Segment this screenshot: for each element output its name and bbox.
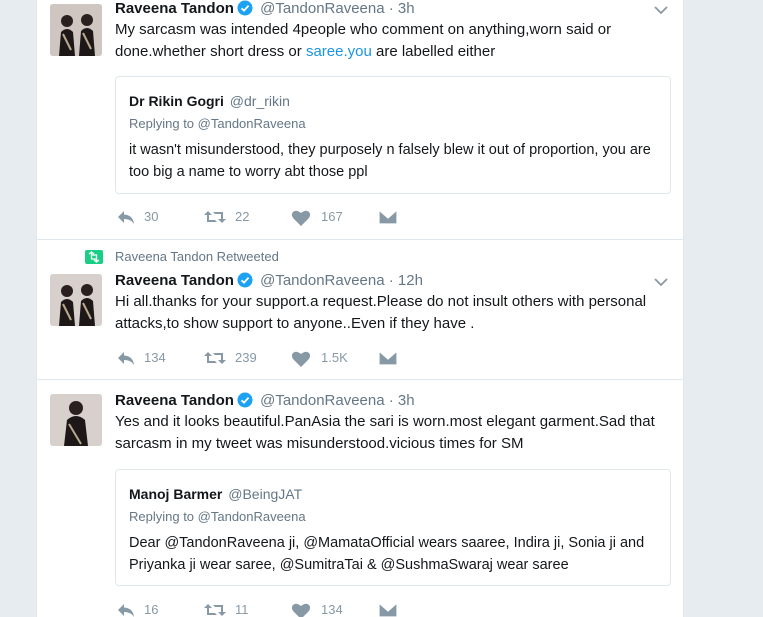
direct-message-icon [378, 209, 398, 225]
quoted-tweet[interactable]: Manoj Barmer @BeingJAT Replying to @Tand… [115, 469, 671, 586]
replying-to: Replying to @TandonRaveena [129, 509, 306, 524]
replying-to-label: Replying to [129, 509, 195, 524]
heart-icon [291, 210, 311, 226]
reply-icon [118, 352, 134, 365]
retweet-count: 11 [235, 602, 249, 617]
tweet[interactable]: Raveena Tandon @TandonRaveena · 3h My sa… [37, 0, 683, 240]
tweet-header: Raveena Tandon @TandonRaveena · 3h [115, 0, 415, 19]
reply-icon [118, 211, 134, 224]
quoted-name: Dr Rikin Gogri [129, 93, 224, 109]
tweet[interactable]: Raveena Tandon Retweeted Raveena Tandon … [37, 240, 683, 380]
quoted-fullname: Dr Rikin Gogri @dr_rikin [129, 93, 290, 109]
fullname[interactable]: Raveena Tandon [115, 272, 234, 289]
avatar[interactable] [50, 274, 102, 326]
handle[interactable]: @TandonRaveena [260, 272, 384, 289]
reply-icon [118, 604, 134, 617]
quoted-text: Dear @TandonRaveena ji, @MamataOfficial … [129, 535, 645, 573]
reply-count: 16 [144, 602, 159, 617]
quoted-name: Manoj Barmer [129, 486, 223, 502]
handle[interactable]: @TandonRaveena [260, 392, 384, 409]
heart-icon [291, 351, 311, 367]
chevron-down-icon[interactable] [653, 276, 669, 288]
handle[interactable]: @TandonRaveena [260, 0, 384, 17]
fullname[interactable]: Raveena Tandon [115, 0, 234, 17]
tweet-header: Raveena Tandon @TandonRaveena · 3h [115, 391, 415, 411]
tweet-text: Hi all.thanks for your support.a request… [115, 293, 647, 332]
replying-to: Replying to @TandonRaveena [129, 116, 306, 131]
quoted-text: it wasn't misunderstood, they purposely … [129, 142, 651, 180]
quoted-handle: @dr_rikin [229, 93, 290, 109]
retweet-count: 22 [235, 209, 250, 224]
replying-to-label: Replying to [129, 116, 195, 131]
heart-icon [291, 603, 311, 617]
separator-dot: · [388, 0, 394, 17]
timestamp[interactable]: 12h [398, 272, 423, 289]
tweet-text: Yes and it looks beautiful.PanAsia the s… [115, 413, 655, 452]
like-count: 167 [321, 209, 343, 224]
retweet-icon [204, 352, 226, 364]
tweet[interactable]: Raveena Tandon @TandonRaveena · 3h Yes a… [37, 380, 683, 617]
retweet-icon [204, 211, 226, 223]
tweet-text-part: are labelled either [371, 43, 496, 60]
replying-to-handle[interactable]: @TandonRaveena [198, 116, 306, 131]
fullname[interactable]: Raveena Tandon [115, 392, 234, 409]
reply-count: 30 [144, 209, 159, 224]
separator-dot: · [388, 272, 394, 289]
reply-count: 134 [144, 350, 166, 365]
tweet-link[interactable]: saree.you [306, 43, 372, 60]
timestamp[interactable]: 3h [398, 0, 415, 17]
retweet-context-icon [85, 250, 103, 264]
like-count: 1.5K [321, 350, 348, 365]
separator-dot: · [388, 392, 394, 409]
avatar[interactable] [50, 4, 102, 56]
direct-message-icon [378, 602, 398, 617]
like-count: 134 [321, 602, 343, 617]
direct-message-icon [378, 350, 398, 366]
chevron-down-icon[interactable] [653, 4, 669, 16]
tweet-header: Raveena Tandon @TandonRaveena · 12h [115, 271, 423, 291]
replying-to-handle[interactable]: @TandonRaveena [198, 509, 306, 524]
timeline: Raveena Tandon @TandonRaveena · 3h My sa… [36, 0, 684, 617]
quoted-tweet[interactable]: Dr Rikin Gogri @dr_rikin Replying to @Ta… [115, 76, 671, 194]
retweet-context-text[interactable]: Raveena Tandon Retweeted [115, 249, 279, 264]
tweet-text: My sarcasm was intended 4people who comm… [115, 19, 671, 63]
quoted-handle: @BeingJAT [228, 486, 303, 502]
quoted-fullname: Manoj Barmer @BeingJAT [129, 486, 302, 502]
timestamp[interactable]: 3h [398, 392, 415, 409]
retweet-icon [204, 604, 226, 616]
avatar[interactable] [50, 394, 102, 446]
retweet-count: 239 [235, 350, 257, 365]
